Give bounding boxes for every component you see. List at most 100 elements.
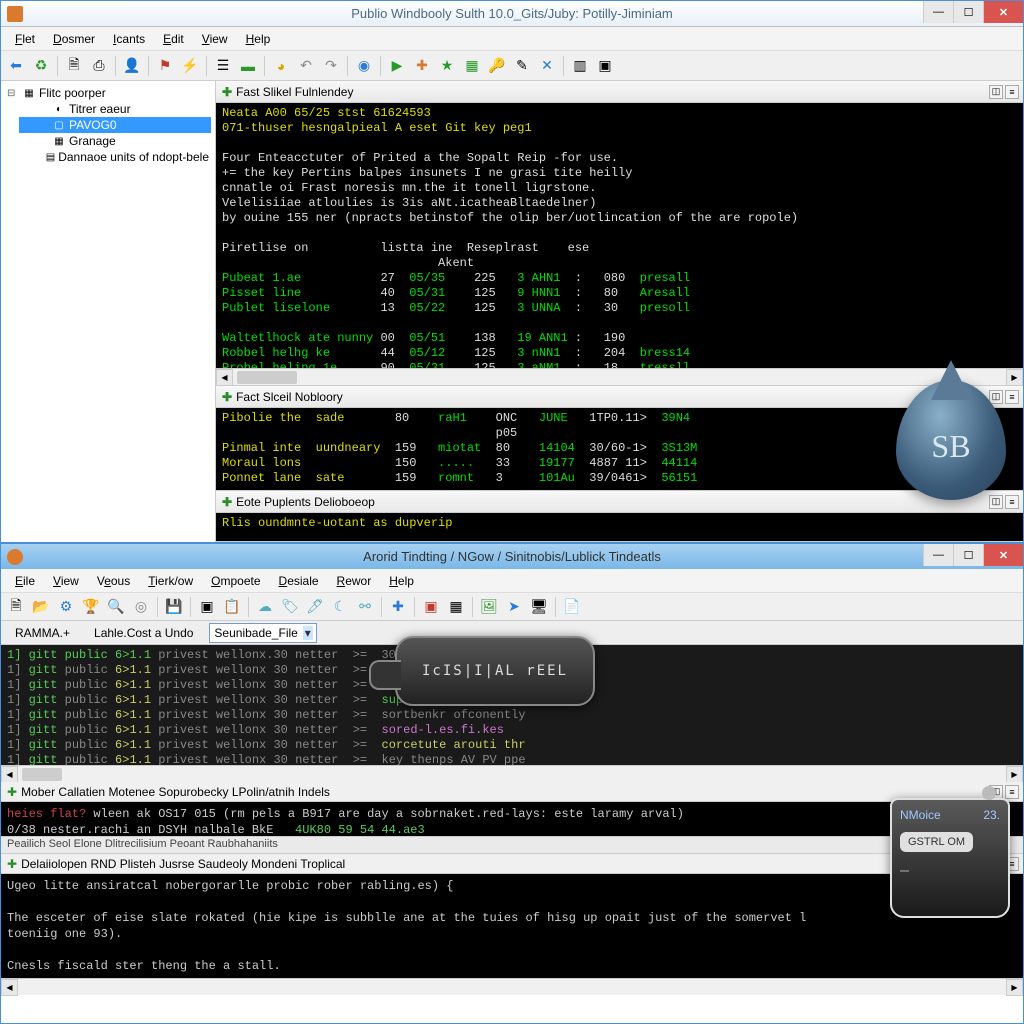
menu-flet[interactable]: FFletlet bbox=[7, 30, 43, 48]
scroll-thumb[interactable] bbox=[22, 768, 62, 781]
menu-rewor[interactable]: Rewor bbox=[329, 572, 380, 590]
scroll-thumb[interactable] bbox=[237, 371, 297, 384]
pane-menu-icon[interactable]: ≡ bbox=[1005, 785, 1019, 799]
close-button[interactable] bbox=[983, 1, 1023, 23]
back-icon[interactable]: ⬅ bbox=[5, 55, 27, 77]
panel-icon[interactable]: ▣ bbox=[196, 596, 218, 618]
menu-icants[interactable]: Icants bbox=[105, 30, 153, 48]
zoom-icon[interactable]: 🔍 bbox=[105, 596, 127, 618]
play-icon[interactable]: ▶ bbox=[386, 55, 408, 77]
menu-desiale[interactable]: Desiale bbox=[271, 572, 327, 590]
titlebar-2[interactable]: Arorid Tindting / NGow / Sinitnobis/Lubl… bbox=[1, 544, 1023, 569]
tag-icon[interactable]: 🏷 bbox=[279, 596, 301, 618]
tab-ramma[interactable]: RAMMA.+ bbox=[7, 624, 78, 642]
doc-icon[interactable]: 🗎 bbox=[63, 55, 85, 77]
file-select[interactable]: Seunibade_File bbox=[209, 623, 316, 643]
hscroll-3[interactable]: ◀ ▶ bbox=[1, 978, 1023, 995]
menu-file[interactable]: Eile bbox=[7, 572, 43, 590]
save-icon[interactable]: 💾 bbox=[163, 596, 185, 618]
menu-ompoete[interactable]: Ompoete bbox=[203, 572, 268, 590]
star-icon[interactable]: ★ bbox=[436, 55, 458, 77]
open-icon[interactable]: 📂 bbox=[30, 596, 52, 618]
menu-dosmer[interactable]: Dosmer bbox=[45, 30, 103, 48]
scroll-right-icon[interactable]: ▶ bbox=[1006, 766, 1023, 783]
moon-icon[interactable]: ☾ bbox=[329, 596, 351, 618]
window-icon[interactable]: ▣ bbox=[594, 55, 616, 77]
pane-menu-icon[interactable]: ≡ bbox=[1005, 495, 1019, 509]
form-icon[interactable]: ▦ bbox=[445, 596, 467, 618]
table-icon[interactable]: ▥ bbox=[569, 55, 591, 77]
menu-view[interactable]: View bbox=[45, 572, 87, 590]
link-icon[interactable]: ⚯ bbox=[354, 596, 376, 618]
menu-edit[interactable]: Edit bbox=[155, 30, 192, 48]
maximize-button[interactable] bbox=[953, 1, 983, 23]
pane-menu-icon[interactable]: ≡ bbox=[1005, 85, 1019, 99]
scroll-left-icon[interactable]: ◀ bbox=[1, 979, 18, 996]
menu-help[interactable]: Help bbox=[381, 572, 422, 590]
medal-icon[interactable]: ◎ bbox=[130, 596, 152, 618]
delete-icon[interactable]: ✕ bbox=[536, 55, 558, 77]
scroll-left-icon[interactable]: ◀ bbox=[216, 369, 233, 386]
cloud-icon[interactable]: ☁ bbox=[254, 596, 276, 618]
pane-menu-icon[interactable]: ≡ bbox=[1005, 390, 1019, 404]
hscroll-2[interactable]: ◀ ▶ bbox=[1, 765, 1023, 782]
minimize-button[interactable] bbox=[923, 1, 953, 23]
terminal-3[interactable]: Rlis oundmnte-uotant as dupverip bbox=[216, 513, 1023, 541]
pie-icon[interactable]: ◕ bbox=[270, 55, 292, 77]
add-icon[interactable]: ✚ bbox=[411, 55, 433, 77]
mid-terminal[interactable]: heies flat? wleen ak OS17 015 (rm pels a… bbox=[1, 802, 1023, 836]
stop-icon[interactable]: ▣ bbox=[420, 596, 442, 618]
trophy-icon[interactable]: 🏆 bbox=[80, 596, 102, 618]
menu-veous[interactable]: Veous bbox=[89, 572, 138, 590]
brush-icon[interactable]: 🖊 bbox=[304, 596, 326, 618]
menu-help[interactable]: Help bbox=[238, 30, 279, 48]
redo-icon[interactable]: ↷ bbox=[320, 55, 342, 77]
print-icon[interactable]: ⎙ bbox=[88, 55, 110, 77]
bot-terminal[interactable]: Ugeo litte ansiratcal nobergorarlle prob… bbox=[1, 874, 1023, 978]
maximize-button[interactable] bbox=[953, 544, 983, 566]
list-icon[interactable]: ☰ bbox=[212, 55, 234, 77]
new-icon[interactable]: 🗎 bbox=[5, 596, 27, 618]
terminal-1[interactable]: Neata A00 65/25 stst 61624593 071-thuser… bbox=[216, 103, 1023, 368]
bolt-icon[interactable]: ⚡ bbox=[179, 55, 201, 77]
float-card[interactable]: NMoice23. GSTRL OM – bbox=[890, 798, 1010, 918]
mid-pane-header[interactable]: ✚ Mober Callatien Motenee Sopurobecky LP… bbox=[1, 782, 1023, 802]
minimize-button[interactable] bbox=[923, 544, 953, 566]
pane1-header[interactable]: ✚ Fast Slikel Fulnlendey ◫≡ bbox=[216, 81, 1023, 103]
copy-icon[interactable]: 📋 bbox=[221, 596, 243, 618]
monitor-icon[interactable]: 🖥 bbox=[528, 596, 550, 618]
key-icon[interactable]: 🔑 bbox=[486, 55, 508, 77]
tree-item[interactable]: ▤Dannaoe units of ndopt-bele bbox=[19, 149, 211, 165]
plus-icon: ✚ bbox=[7, 785, 17, 799]
menu-tierkow[interactable]: Tierk/ow bbox=[140, 572, 201, 590]
scroll-right-icon[interactable]: ▶ bbox=[1006, 979, 1023, 996]
user-icon[interactable]: 👤 bbox=[121, 55, 143, 77]
chart-icon[interactable]: ▬ bbox=[237, 55, 259, 77]
edit-icon[interactable]: ✎ bbox=[511, 55, 533, 77]
bot-pane-header[interactable]: ✚ Delaiiolopen RND Plisteh Jusrse Saudeo… bbox=[1, 854, 1023, 874]
menu-view[interactable]: View bbox=[194, 30, 236, 48]
tree-root[interactable]: ⊟▦ Flitc poorper bbox=[5, 85, 211, 101]
close-button[interactable] bbox=[983, 544, 1023, 566]
plus-icon[interactable]: ✚ bbox=[387, 596, 409, 618]
tab-lahle[interactable]: Lahle.Cost a Undo bbox=[86, 624, 201, 642]
pane-dup-icon[interactable]: ◫ bbox=[989, 85, 1003, 99]
send-icon[interactable]: ➤ bbox=[503, 596, 525, 618]
refresh-icon[interactable]: ♻ bbox=[30, 55, 52, 77]
grid-icon[interactable]: ▦ bbox=[461, 55, 483, 77]
globe-icon[interactable]: ◉ bbox=[353, 55, 375, 77]
scroll-right-icon[interactable]: ▶ bbox=[1006, 369, 1023, 386]
scroll-left-icon[interactable]: ◀ bbox=[1, 766, 18, 783]
top-window: Publio Windbooly Sulth 10.0_Gits/Juby: P… bbox=[0, 0, 1024, 543]
doc2-icon[interactable]: 📄 bbox=[561, 596, 583, 618]
flag-icon[interactable]: ⚑ bbox=[154, 55, 176, 77]
img-icon[interactable]: 🖼 bbox=[478, 596, 500, 618]
tree-item[interactable]: ▦Granage bbox=[19, 133, 211, 149]
tree-item[interactable]: ◐Titrer eaeur bbox=[19, 101, 211, 117]
notch-text: IcIS|I|AL rEEL bbox=[422, 663, 568, 679]
titlebar[interactable]: Publio Windbooly Sulth 10.0_Gits/Juby: P… bbox=[1, 1, 1023, 27]
tree-item[interactable]: ▢PAVOG0 bbox=[19, 117, 211, 133]
gear-icon[interactable]: ⚙ bbox=[55, 596, 77, 618]
card-button[interactable]: GSTRL OM bbox=[900, 832, 973, 852]
undo-icon[interactable]: ↶ bbox=[295, 55, 317, 77]
